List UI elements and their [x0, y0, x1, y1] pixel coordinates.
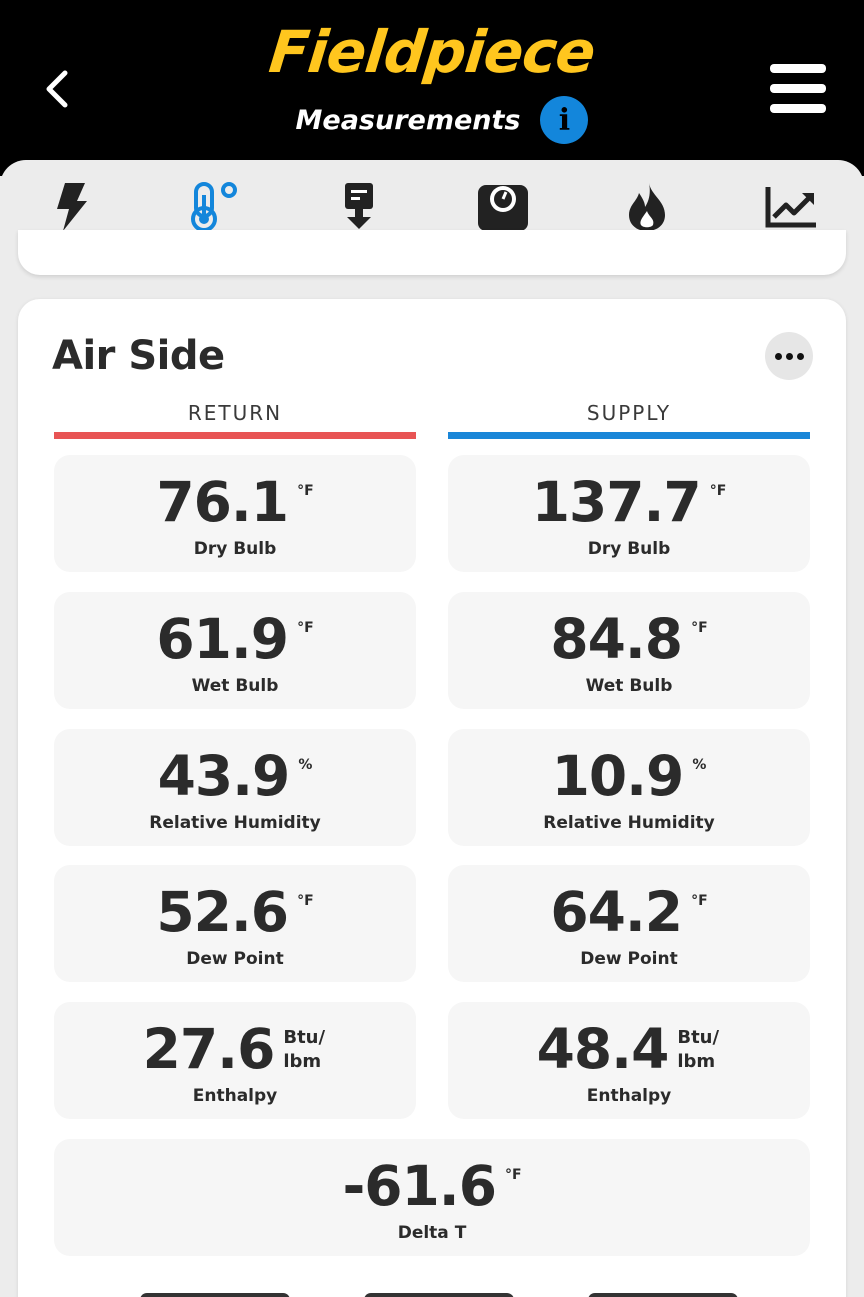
return-relative-humidity-tile[interactable]: 43.9% Relative Humidity — [54, 729, 416, 846]
supply-color-bar — [448, 432, 810, 439]
return-color-bar — [54, 432, 416, 439]
return-wet-bulb-tile[interactable]: 61.9 °F Wet Bulb — [54, 592, 416, 709]
reading-label: Enthalpy — [192, 1086, 278, 1106]
reading-label: Relative Humidity — [543, 813, 715, 833]
reading-label: Wet Bulb — [585, 676, 673, 696]
reading-value: 137.7 — [531, 470, 702, 534]
reading-label: Relative Humidity — [149, 813, 321, 833]
bottom-action-button[interactable] — [140, 1293, 290, 1297]
tab-charts[interactable] — [756, 176, 826, 238]
reading-value: 10.9 — [551, 744, 685, 808]
reading-label: Dry Bulb — [193, 539, 277, 559]
supply-column-header: SUPPLY — [586, 401, 672, 425]
previous-card-edge — [18, 230, 846, 275]
reading-unit: °F — [504, 1167, 522, 1183]
tab-temperature[interactable] — [180, 176, 250, 238]
reading-label: Wet Bulb — [191, 676, 279, 696]
info-button[interactable]: i — [540, 96, 589, 144]
return-dew-point-tile[interactable]: 52.6 °F Dew Point — [54, 865, 416, 982]
reading-unit: °F — [297, 893, 314, 909]
return-dry-bulb-tile[interactable]: 76.1 °F Dry Bulb — [54, 455, 416, 572]
reading-unit: °F — [297, 620, 314, 636]
menu-line — [770, 64, 826, 73]
supply-enthalpy-tile[interactable]: 48.4 Btu/lbm Enthalpy — [448, 1002, 810, 1119]
more-options-button[interactable] — [765, 332, 813, 380]
page-title: Measurements — [295, 104, 521, 136]
reading-value: 52.6 — [156, 880, 289, 944]
trend-chart-icon — [765, 187, 816, 228]
air-side-card: Air Side RETURN SUPPLY 76.1 °F Dry Bulb 6… — [18, 299, 846, 1297]
reading-label: Enthalpy — [586, 1086, 672, 1106]
unit-top: Btu/ — [677, 1027, 720, 1048]
reading-label: Dew Point — [186, 949, 284, 969]
more-dot — [785, 352, 793, 360]
reading-value: 48.4 — [536, 1017, 670, 1081]
reading-unit: % — [298, 757, 313, 773]
reading-label: Dry Bulb — [587, 539, 671, 559]
reading-value: 43.9 — [157, 744, 291, 808]
subtitle-row: Measurements i — [0, 96, 864, 144]
reading-label: Dew Point — [580, 949, 678, 969]
more-dot — [796, 352, 804, 360]
unit-bottom: lbm — [283, 1051, 322, 1072]
app-header: Fieldpiece Measurements i — [0, 0, 864, 176]
tab-electrical[interactable] — [36, 176, 106, 238]
reading-unit: Btu/lbm — [677, 1026, 721, 1074]
reading-label: Delta T — [397, 1223, 467, 1243]
reading-value: 27.6 — [142, 1017, 276, 1081]
menu-line — [770, 104, 826, 113]
bottom-action-button[interactable] — [364, 1293, 514, 1297]
reading-value: -61.6 — [342, 1154, 497, 1218]
supply-dry-bulb-tile[interactable]: 137.7 °F Dry Bulb — [448, 455, 810, 572]
reading-unit: °F — [297, 483, 314, 499]
reading-unit: °F — [709, 483, 727, 499]
thermometer-icon — [191, 182, 237, 232]
return-column-header: RETURN — [187, 401, 283, 425]
tab-scale[interactable] — [468, 176, 538, 238]
supply-relative-humidity-tile[interactable]: 10.9% Relative Humidity — [448, 729, 810, 846]
supply-dew-point-tile[interactable]: 64.2 °F Dew Point — [448, 865, 810, 982]
more-dot — [774, 352, 782, 360]
lightning-bolt-icon — [57, 183, 87, 231]
reading-value: 76.1 — [156, 470, 289, 534]
gauge-icon — [478, 185, 528, 231]
reading-unit: °F — [691, 893, 708, 909]
menu-line — [770, 84, 826, 93]
reading-unit: °F — [691, 620, 708, 636]
supply-wet-bulb-tile[interactable]: 84.8 °F Wet Bulb — [448, 592, 810, 709]
unit-bottom: lbm — [677, 1051, 716, 1072]
flame-icon — [629, 183, 665, 231]
tab-combustion[interactable] — [612, 176, 682, 238]
reading-unit: Btu/lbm — [283, 1026, 327, 1074]
tab-bar — [0, 176, 864, 238]
brand-logo: Fieldpiece — [266, 18, 598, 86]
card-title: Air Side — [52, 333, 225, 379]
delta-t-tile[interactable]: -61.6 °F Delta T — [54, 1139, 810, 1256]
hamburger-menu-button[interactable] — [770, 64, 826, 114]
return-enthalpy-tile[interactable]: 27.6 Btu/lbm Enthalpy — [54, 1002, 416, 1119]
reading-value: 84.8 — [550, 607, 683, 671]
tab-probe[interactable] — [324, 176, 394, 238]
download-probe-icon — [345, 183, 373, 229]
info-icon: i — [558, 102, 571, 138]
bottom-action-button[interactable] — [588, 1293, 738, 1297]
reading-value: 64.2 — [550, 880, 683, 944]
reading-unit: % — [692, 757, 707, 773]
unit-top: Btu/ — [283, 1027, 326, 1048]
reading-value: 61.9 — [156, 607, 289, 671]
